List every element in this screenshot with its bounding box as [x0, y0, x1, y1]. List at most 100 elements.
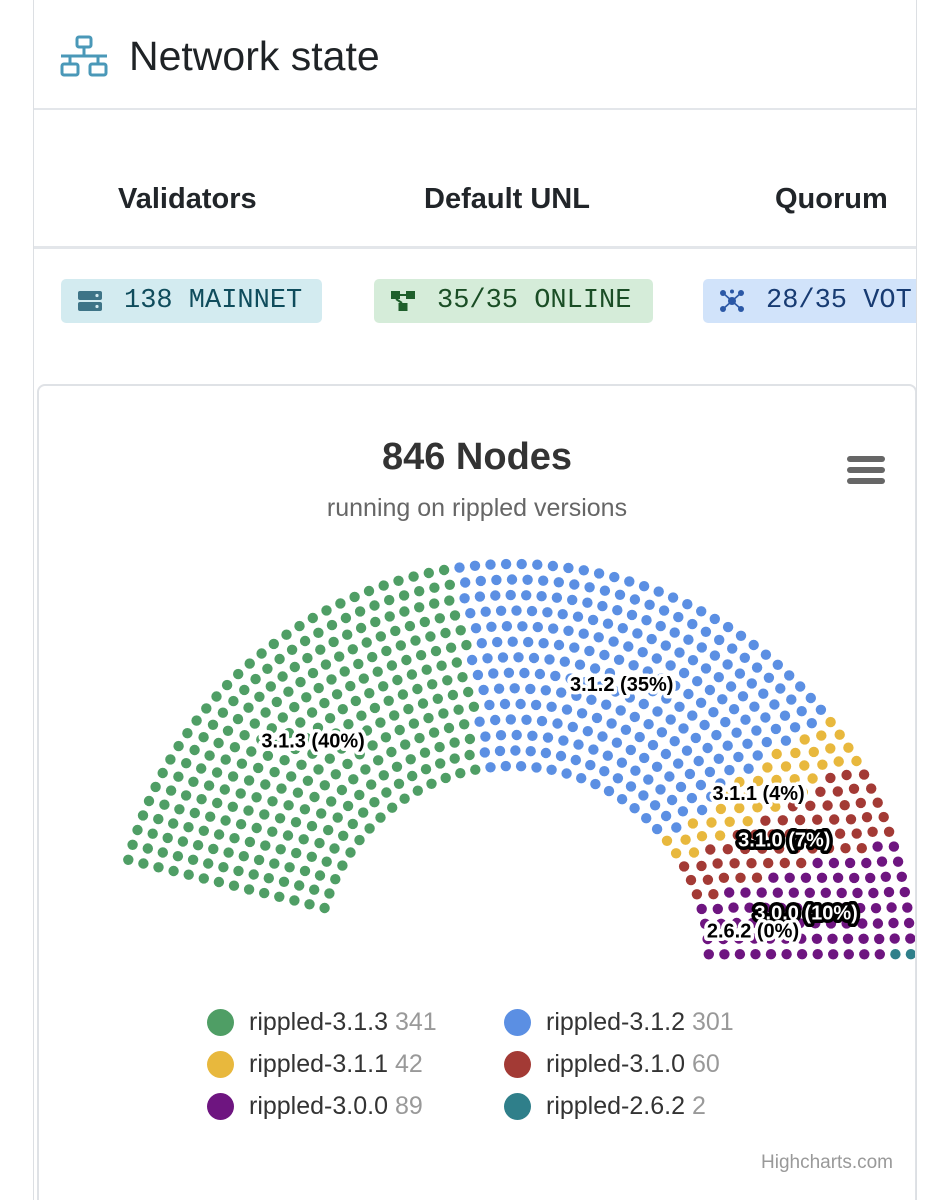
node-dot[interactable]	[634, 731, 645, 743]
node-dot[interactable]	[750, 949, 761, 960]
node-dot[interactable]	[735, 872, 746, 883]
node-dot[interactable]	[482, 653, 493, 664]
node-dot[interactable]	[677, 806, 689, 817]
node-dot[interactable]	[324, 713, 336, 724]
node-dot[interactable]	[695, 697, 707, 708]
node-dot[interactable]	[451, 657, 462, 668]
node-dot[interactable]	[569, 579, 580, 590]
node-dot[interactable]	[812, 949, 823, 960]
node-dot[interactable]	[790, 747, 801, 759]
node-dot[interactable]	[511, 729, 522, 741]
node-dot[interactable]	[761, 736, 772, 748]
node-dot[interactable]	[440, 772, 451, 784]
node-dot[interactable]	[796, 706, 807, 717]
node-dot[interactable]	[559, 656, 570, 667]
node-dot[interactable]	[902, 902, 913, 913]
node-dot[interactable]	[172, 851, 184, 862]
node-dot[interactable]	[516, 558, 527, 570]
node-dot[interactable]	[415, 650, 427, 661]
node-dot[interactable]	[281, 629, 292, 640]
node-dot[interactable]	[296, 759, 307, 770]
node-dot[interactable]	[399, 793, 410, 804]
node-dot[interactable]	[348, 774, 359, 785]
node-dot[interactable]	[294, 620, 305, 632]
node-dot[interactable]	[742, 738, 753, 749]
node-dot[interactable]	[836, 887, 847, 899]
node-dot[interactable]	[326, 674, 337, 685]
node-dot[interactable]	[510, 745, 521, 756]
node-dot[interactable]	[438, 708, 449, 719]
node-dot[interactable]	[865, 872, 876, 884]
node-dot[interactable]	[259, 887, 270, 899]
node-dot[interactable]	[138, 858, 149, 869]
node-dot[interactable]	[817, 759, 828, 770]
node-dot[interactable]	[319, 697, 330, 709]
node-dot[interactable]	[660, 640, 671, 651]
node-dot[interactable]	[251, 792, 262, 803]
node-dot[interactable]	[337, 704, 348, 715]
node-dot[interactable]	[616, 757, 628, 768]
node-dot[interactable]	[168, 818, 179, 829]
node-dot[interactable]	[570, 754, 581, 766]
node-dot[interactable]	[714, 830, 726, 841]
node-dot[interactable]	[269, 858, 280, 869]
node-dot[interactable]	[235, 819, 247, 830]
node-dot[interactable]	[463, 686, 474, 698]
node-dot[interactable]	[584, 582, 595, 593]
node-dot[interactable]	[582, 597, 593, 608]
node-dot[interactable]	[687, 710, 698, 721]
node-dot[interactable]	[313, 682, 324, 694]
node-dot[interactable]	[414, 732, 425, 744]
node-dot[interactable]	[696, 903, 707, 915]
node-dot[interactable]	[207, 719, 219, 730]
node-dot[interactable]	[342, 758, 353, 770]
node-dot[interactable]	[279, 755, 290, 766]
node-dot[interactable]	[584, 645, 595, 657]
node-dot[interactable]	[713, 672, 724, 683]
node-dot[interactable]	[455, 625, 466, 636]
node-dot[interactable]	[727, 643, 738, 654]
node-dot[interactable]	[227, 771, 239, 782]
node-dot[interactable]	[686, 792, 698, 804]
node-dot[interactable]	[765, 949, 777, 960]
node-dot[interactable]	[760, 712, 771, 723]
node-dot[interactable]	[620, 724, 632, 735]
node-dot[interactable]	[780, 735, 792, 746]
node-dot[interactable]	[658, 605, 670, 616]
node-dot[interactable]	[561, 704, 573, 715]
node-dot[interactable]	[735, 630, 747, 641]
node-dot[interactable]	[361, 637, 372, 648]
node-dot[interactable]	[563, 562, 574, 574]
node-dot[interactable]	[389, 710, 400, 721]
node-dot[interactable]	[464, 733, 476, 745]
node-dot[interactable]	[551, 592, 563, 603]
node-dot[interactable]	[267, 796, 278, 807]
node-dot[interactable]	[740, 714, 751, 725]
node-dot[interactable]	[495, 605, 507, 616]
node-dot[interactable]	[693, 755, 704, 767]
node-dot[interactable]	[546, 701, 557, 712]
node-dot[interactable]	[397, 689, 409, 700]
node-dot[interactable]	[470, 623, 482, 634]
node-dot[interactable]	[302, 652, 313, 664]
node-dot[interactable]	[729, 858, 740, 869]
node-dot[interactable]	[150, 781, 161, 793]
node-dot[interactable]	[474, 591, 486, 602]
node-dot[interactable]	[306, 707, 318, 718]
node-dot[interactable]	[590, 778, 601, 790]
node-dot[interactable]	[407, 770, 418, 782]
node-dot[interactable]	[591, 712, 603, 724]
node-dot[interactable]	[404, 620, 416, 632]
node-dot[interactable]	[713, 753, 724, 764]
node-dot[interactable]	[366, 779, 377, 790]
node-dot[interactable]	[771, 748, 782, 760]
node-dot[interactable]	[132, 824, 143, 836]
node-dot[interactable]	[505, 714, 516, 725]
node-dot[interactable]	[394, 724, 405, 736]
node-dot[interactable]	[403, 703, 414, 715]
node-dot[interactable]	[392, 674, 403, 686]
node-dot[interactable]	[162, 832, 173, 844]
node-dot[interactable]	[235, 788, 246, 799]
node-dot[interactable]	[751, 725, 762, 736]
node-dot[interactable]	[201, 703, 212, 714]
